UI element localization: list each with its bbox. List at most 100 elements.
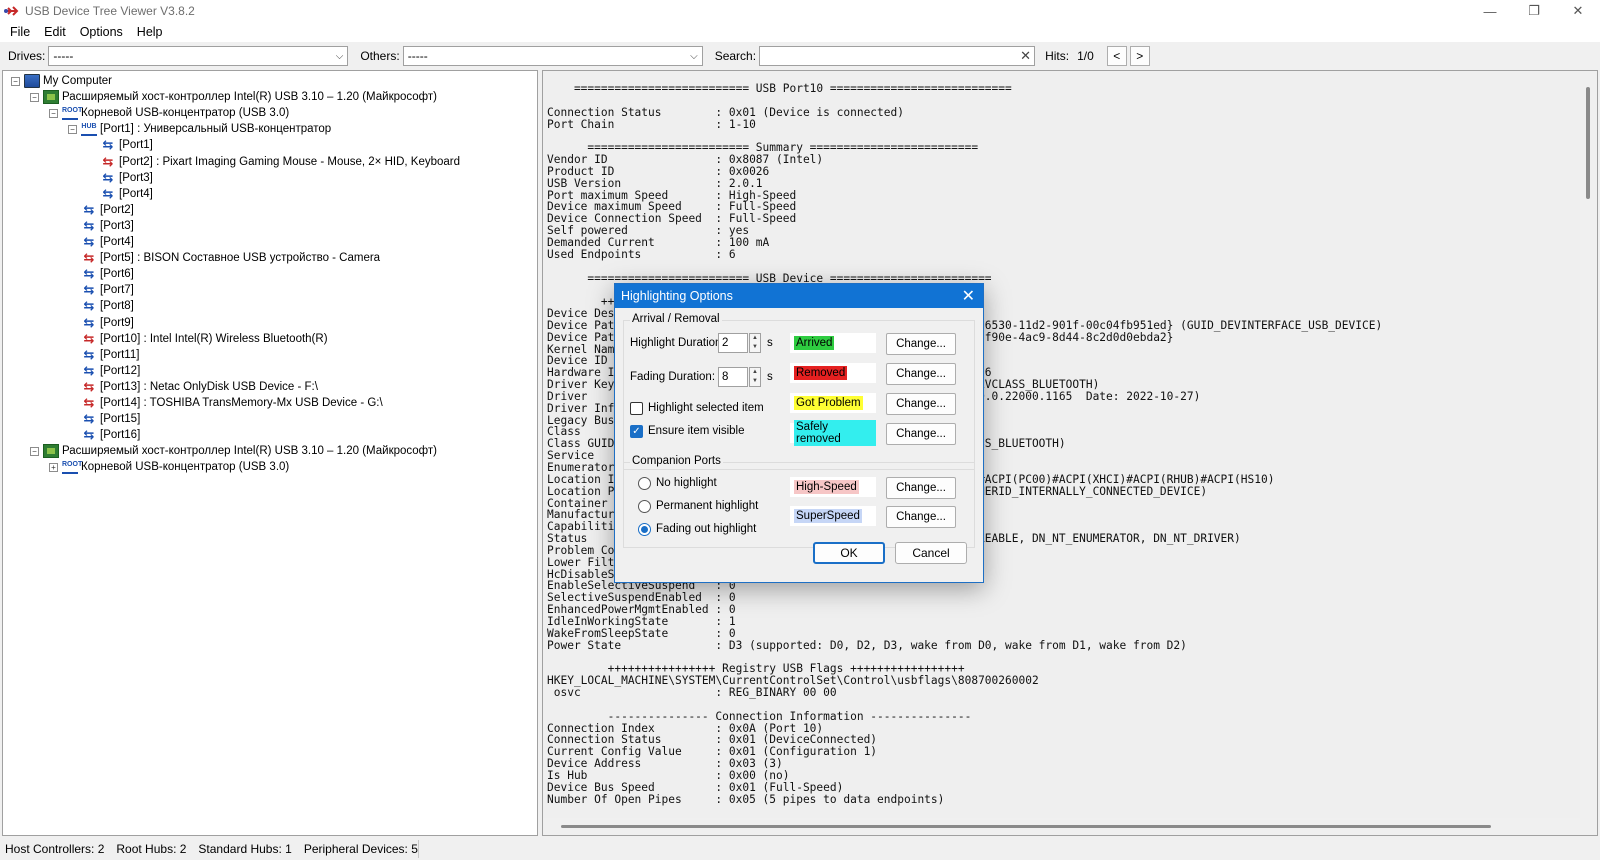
minimize-button[interactable]: — bbox=[1468, 0, 1512, 22]
tree-node[interactable]: ⇆ [Port15] bbox=[81, 411, 141, 427]
tree-node[interactable]: − My Computer bbox=[11, 73, 112, 89]
tree-node[interactable]: ⇆ [Port3] bbox=[81, 218, 134, 234]
tree-node[interactable]: ⇆ [Port11] bbox=[81, 347, 140, 363]
usb-port-icon: ⇆ bbox=[83, 314, 95, 330]
tree-node[interactable]: ⇆ [Port4] bbox=[81, 234, 134, 250]
collapse-icon[interactable]: − bbox=[68, 124, 77, 134]
tree-node[interactable]: ⇆ [Port16] bbox=[81, 427, 141, 443]
tree-node[interactable]: ⇆ [Port1] bbox=[100, 137, 153, 153]
expand-icon[interactable]: + bbox=[49, 462, 58, 472]
tree-node[interactable]: ⇆ [Port6] bbox=[81, 266, 134, 282]
fading-duration-spinner[interactable]: ▲ ▼ bbox=[749, 367, 761, 387]
tree-node[interactable]: + ROOT Корневой USB-концентратор (USB 3.0) bbox=[49, 459, 289, 475]
tree-node-label: Расширяемый хост-контроллер Intel(R) USB… bbox=[62, 445, 437, 458]
restore-button[interactable]: ❐ bbox=[1512, 0, 1556, 22]
tree-node[interactable]: ⇆ [Port12] bbox=[81, 362, 141, 379]
close-window-button[interactable]: ✕ bbox=[1556, 0, 1600, 22]
no-highlight-label: No highlight bbox=[656, 477, 717, 489]
change-got-problem-button[interactable]: Change... bbox=[886, 393, 956, 415]
tree-node-label: [Port3] bbox=[100, 219, 134, 232]
menu-edit[interactable]: Edit bbox=[37, 25, 73, 39]
menu-file[interactable]: File bbox=[3, 25, 37, 39]
others-combo[interactable]: ----- ⌵ bbox=[402, 46, 703, 66]
change-arrived-button[interactable]: Change... bbox=[886, 333, 956, 355]
vertical-scrollbar[interactable] bbox=[1580, 71, 1597, 819]
usb-port-icon: ⇆ bbox=[83, 201, 95, 217]
chevron-down-icon: ⌵ bbox=[690, 50, 698, 62]
change-removed-button[interactable]: Change... bbox=[886, 363, 956, 385]
horizontal-scrollbar[interactable] bbox=[543, 818, 1597, 835]
collapse-icon[interactable]: − bbox=[30, 446, 39, 456]
usb-device-icon: ⇆ bbox=[102, 153, 114, 169]
ok-button[interactable]: OK bbox=[813, 542, 885, 564]
fading-seconds-unit: s bbox=[767, 371, 773, 383]
tree-node[interactable]: ⇆ [Port3] bbox=[100, 170, 153, 186]
highlight-selected-checkbox[interactable] bbox=[630, 402, 643, 415]
drives-combo[interactable]: ----- ⌵ bbox=[48, 46, 349, 66]
horizontal-scroll-thumb[interactable] bbox=[561, 825, 1491, 828]
usb-port-icon: ⇆ bbox=[102, 185, 114, 201]
spin-down-icon[interactable]: ▼ bbox=[750, 343, 760, 352]
tree-node[interactable]: ⇆ [Port4] bbox=[100, 186, 153, 202]
tree-node[interactable]: − HUB [Port1] : Универсальный USB-концентр… bbox=[68, 121, 331, 137]
tree-node[interactable]: ⇆ [Port5] : BISON Составное USB устройств… bbox=[81, 250, 381, 266]
host-controller-icon bbox=[43, 90, 59, 105]
spin-up-icon[interactable]: ▲ bbox=[750, 334, 760, 343]
usb-device-icon: ⇆ bbox=[83, 250, 95, 266]
got-problem-sample-text: Got Problem bbox=[794, 396, 863, 410]
arrival-removal-label: Arrival / Removal bbox=[630, 313, 722, 325]
hits-label: Hits: bbox=[1045, 49, 1070, 63]
fading-highlight-radio[interactable] bbox=[638, 523, 651, 536]
tree-node[interactable]: ⇆ [Port7] bbox=[81, 282, 134, 298]
change-safely-removed-button[interactable]: Change... bbox=[886, 423, 956, 445]
tree-node[interactable]: ⇆ [Port14] : TOSHIBA TransMemory-Mx USB D… bbox=[81, 395, 383, 411]
clear-search-icon[interactable]: ✕ bbox=[1020, 48, 1031, 64]
usb-app-icon bbox=[3, 3, 19, 19]
no-highlight-radio[interactable] bbox=[638, 477, 651, 490]
collapse-icon[interactable]: − bbox=[11, 76, 20, 86]
change-high-speed-button[interactable]: Change... bbox=[886, 477, 956, 499]
search-input[interactable]: ✕ bbox=[759, 46, 1036, 66]
tree-node-label: [Port7] bbox=[100, 284, 134, 297]
tree-node[interactable]: ⇆ [Port2] : Pixart Imaging Gaming Mouse -… bbox=[100, 154, 460, 170]
status-host-controllers: Host Controllers: 2 bbox=[5, 842, 105, 856]
cancel-button[interactable]: Cancel bbox=[895, 542, 967, 564]
tree-node[interactable]: ⇆ [Port2] bbox=[81, 202, 134, 218]
spin-down-icon[interactable]: ▼ bbox=[750, 377, 760, 386]
tree-node[interactable]: ⇆ [Port8] bbox=[81, 298, 134, 314]
vertical-scroll-thumb[interactable] bbox=[1586, 87, 1590, 199]
tree-node[interactable]: − Расширяемый хост-контроллер Intel(R) US… bbox=[30, 443, 437, 459]
tree-node-label: [Port9] bbox=[100, 316, 134, 329]
tree-node[interactable]: ⇆ [Port10] : Intel Intel(R) Wireless Blue… bbox=[81, 331, 328, 347]
dialog-close-icon[interactable]: ✕ bbox=[962, 286, 975, 306]
usb-port-icon: ⇆ bbox=[83, 411, 95, 427]
tree-node-label: [Port1] bbox=[119, 139, 153, 152]
highlight-duration-spinner[interactable]: ▲ ▼ bbox=[749, 333, 761, 353]
next-hit-button[interactable]: > bbox=[1129, 46, 1150, 66]
tree-node-label: [Port16] bbox=[100, 429, 141, 442]
collapse-icon[interactable]: − bbox=[49, 108, 58, 118]
permanent-highlight-radio[interactable] bbox=[638, 500, 651, 513]
fading-duration-input[interactable]: 8 bbox=[718, 367, 748, 387]
device-tree[interactable]: − My Computer − Расширяемый хост-контроллер… bbox=[2, 70, 538, 836]
tree-node-label: My Computer bbox=[43, 75, 113, 87]
usb-port-icon: ⇆ bbox=[83, 362, 95, 378]
spin-up-icon[interactable]: ▲ bbox=[750, 368, 760, 377]
menu-options[interactable]: Options bbox=[73, 25, 130, 39]
previous-hit-button[interactable]: < bbox=[1106, 46, 1127, 66]
removed-color-sample: Removed bbox=[790, 363, 876, 383]
tree-node[interactable]: − Расширяемый хост-контроллер Intel(R) US… bbox=[30, 89, 437, 105]
change-superspeed-button[interactable]: Change... bbox=[886, 506, 956, 528]
usb-port-icon: ⇆ bbox=[83, 234, 95, 249]
dialog-title: Highlighting Options bbox=[621, 289, 733, 303]
tree-node[interactable]: − ROOT Корневой USB-концентратор (USB 3.0) bbox=[49, 105, 289, 121]
status-standard-hubs: Standard Hubs: 1 bbox=[198, 842, 292, 856]
tree-node[interactable]: ⇆ [Port13] : Netac OnlyDisk USB Device - … bbox=[81, 379, 318, 395]
ensure-visible-checkbox[interactable]: ✓ bbox=[630, 425, 643, 438]
dialog-title-bar: Highlighting Options ✕ bbox=[615, 284, 983, 308]
collapse-icon[interactable]: − bbox=[30, 92, 39, 102]
tree-node[interactable]: ⇆ [Port9] bbox=[81, 315, 134, 331]
highlight-duration-input[interactable]: 2 bbox=[718, 333, 748, 353]
fading-duration-label: Fading Duration: bbox=[630, 371, 716, 383]
menu-help[interactable]: Help bbox=[130, 25, 170, 39]
